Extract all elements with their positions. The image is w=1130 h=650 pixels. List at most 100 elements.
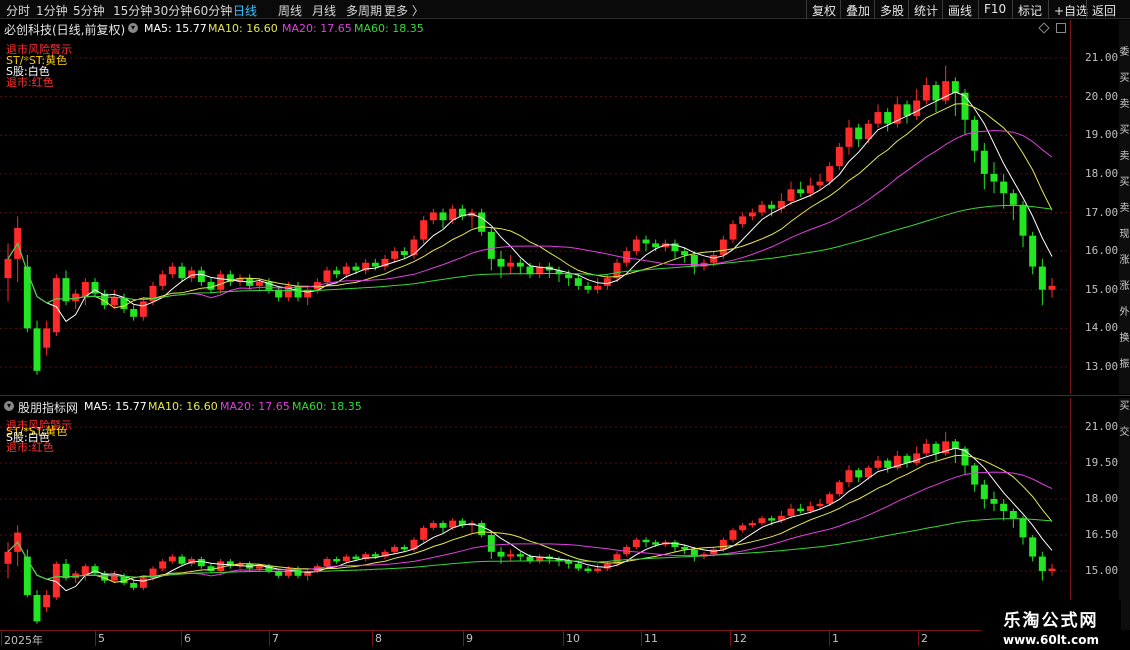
candle[interactable] bbox=[458, 204, 466, 221]
candle[interactable] bbox=[226, 270, 234, 286]
candle[interactable] bbox=[130, 305, 138, 321]
candle[interactable] bbox=[217, 559, 225, 574]
candle[interactable] bbox=[826, 491, 834, 507]
candle[interactable] bbox=[971, 463, 979, 492]
quote-side-strip-lower[interactable]: 买交 bbox=[1119, 398, 1130, 630]
candle[interactable] bbox=[826, 162, 834, 186]
period-tab-6[interactable]: 日线 bbox=[233, 2, 257, 19]
candle[interactable] bbox=[362, 551, 370, 562]
candle[interactable] bbox=[507, 254, 515, 275]
candle[interactable] bbox=[478, 208, 486, 236]
candle[interactable] bbox=[768, 200, 776, 217]
candle[interactable] bbox=[468, 208, 476, 228]
candle[interactable] bbox=[526, 262, 534, 279]
candle[interactable] bbox=[864, 465, 872, 480]
candle[interactable] bbox=[748, 208, 756, 221]
candle[interactable] bbox=[439, 520, 447, 533]
candle[interactable] bbox=[159, 270, 167, 290]
candle[interactable] bbox=[671, 539, 679, 552]
candle[interactable] bbox=[333, 266, 341, 279]
period-tab-10[interactable]: 更多 〉 bbox=[384, 2, 424, 19]
period-tab-2[interactable]: 5分钟 bbox=[73, 2, 105, 19]
candle[interactable] bbox=[584, 282, 592, 294]
candle[interactable] bbox=[1019, 515, 1027, 545]
candle[interactable] bbox=[1000, 173, 1008, 209]
period-tab-1[interactable]: 1分钟 bbox=[36, 2, 68, 19]
candle[interactable] bbox=[922, 77, 930, 105]
candle[interactable] bbox=[787, 181, 795, 205]
candle[interactable] bbox=[91, 278, 99, 298]
candle[interactable] bbox=[855, 123, 863, 147]
indicator-chart[interactable] bbox=[0, 398, 1070, 630]
toolbar-button-4[interactable]: 画线 bbox=[942, 0, 977, 19]
candle[interactable] bbox=[990, 162, 998, 194]
candle[interactable] bbox=[642, 537, 650, 547]
candle[interactable] bbox=[642, 235, 650, 252]
candle[interactable] bbox=[43, 320, 51, 356]
period-tab-0[interactable]: 分时 bbox=[6, 2, 30, 19]
candle[interactable] bbox=[139, 297, 147, 321]
candle[interactable] bbox=[932, 441, 940, 461]
candle[interactable] bbox=[845, 465, 853, 487]
candle[interactable] bbox=[130, 580, 138, 591]
candle[interactable] bbox=[545, 262, 553, 279]
candle[interactable] bbox=[72, 289, 80, 310]
candlestick-chart[interactable] bbox=[0, 20, 1070, 394]
candle[interactable] bbox=[304, 568, 312, 581]
candle[interactable] bbox=[874, 104, 882, 128]
candle[interactable] bbox=[980, 142, 988, 190]
candle[interactable] bbox=[168, 262, 176, 279]
candle[interactable] bbox=[729, 527, 737, 543]
candle[interactable] bbox=[168, 554, 176, 564]
candle[interactable] bbox=[420, 216, 428, 244]
candle[interactable] bbox=[139, 575, 147, 591]
candle[interactable] bbox=[23, 549, 31, 598]
candle[interactable] bbox=[536, 262, 544, 279]
candle[interactable] bbox=[797, 181, 805, 198]
candle[interactable] bbox=[758, 200, 766, 217]
candle[interactable] bbox=[932, 81, 940, 113]
candle[interactable] bbox=[835, 142, 843, 171]
candle[interactable] bbox=[739, 212, 747, 228]
period-tab-5[interactable]: 60分钟 bbox=[193, 2, 232, 19]
candle[interactable] bbox=[1048, 278, 1056, 298]
candle[interactable] bbox=[43, 590, 51, 612]
candle[interactable] bbox=[594, 563, 602, 574]
candle[interactable] bbox=[623, 247, 631, 267]
candle[interactable] bbox=[874, 455, 882, 471]
toolbar-button-1[interactable]: 叠加 bbox=[840, 0, 875, 19]
toolbar-button-3[interactable]: 统计 bbox=[908, 0, 943, 19]
candle[interactable] bbox=[197, 556, 205, 569]
candle[interactable] bbox=[884, 458, 892, 473]
candle[interactable] bbox=[864, 119, 872, 143]
candle[interactable] bbox=[1048, 563, 1056, 576]
candle[interactable] bbox=[1019, 200, 1027, 248]
candle[interactable] bbox=[391, 247, 399, 263]
candle[interactable] bbox=[226, 559, 234, 569]
candle[interactable] bbox=[787, 503, 795, 519]
candle[interactable] bbox=[468, 520, 476, 533]
candle[interactable] bbox=[632, 235, 640, 255]
candle[interactable] bbox=[33, 320, 41, 375]
candle[interactable] bbox=[62, 270, 70, 306]
candle[interactable] bbox=[1038, 551, 1046, 581]
candle[interactable] bbox=[516, 551, 524, 562]
candle[interactable] bbox=[23, 254, 31, 333]
candle[interactable] bbox=[294, 282, 302, 302]
candle[interactable] bbox=[884, 108, 892, 132]
candle[interactable] bbox=[52, 274, 60, 337]
candle[interactable] bbox=[835, 479, 843, 497]
candle[interactable] bbox=[91, 563, 99, 576]
period-tab-9[interactable]: 多周期 bbox=[346, 2, 382, 19]
candle[interactable] bbox=[381, 549, 389, 559]
candle[interactable] bbox=[207, 278, 215, 294]
candle[interactable] bbox=[951, 439, 959, 463]
candle[interactable] bbox=[990, 491, 998, 511]
candle[interactable] bbox=[951, 77, 959, 116]
toolbar-button-8[interactable]: 返回 bbox=[1086, 0, 1121, 19]
candle[interactable] bbox=[893, 96, 901, 128]
candle[interactable] bbox=[178, 262, 186, 283]
candle[interactable] bbox=[971, 115, 979, 163]
toolbar-button-5[interactable]: F10 bbox=[978, 0, 1011, 19]
candle[interactable] bbox=[1029, 231, 1037, 275]
